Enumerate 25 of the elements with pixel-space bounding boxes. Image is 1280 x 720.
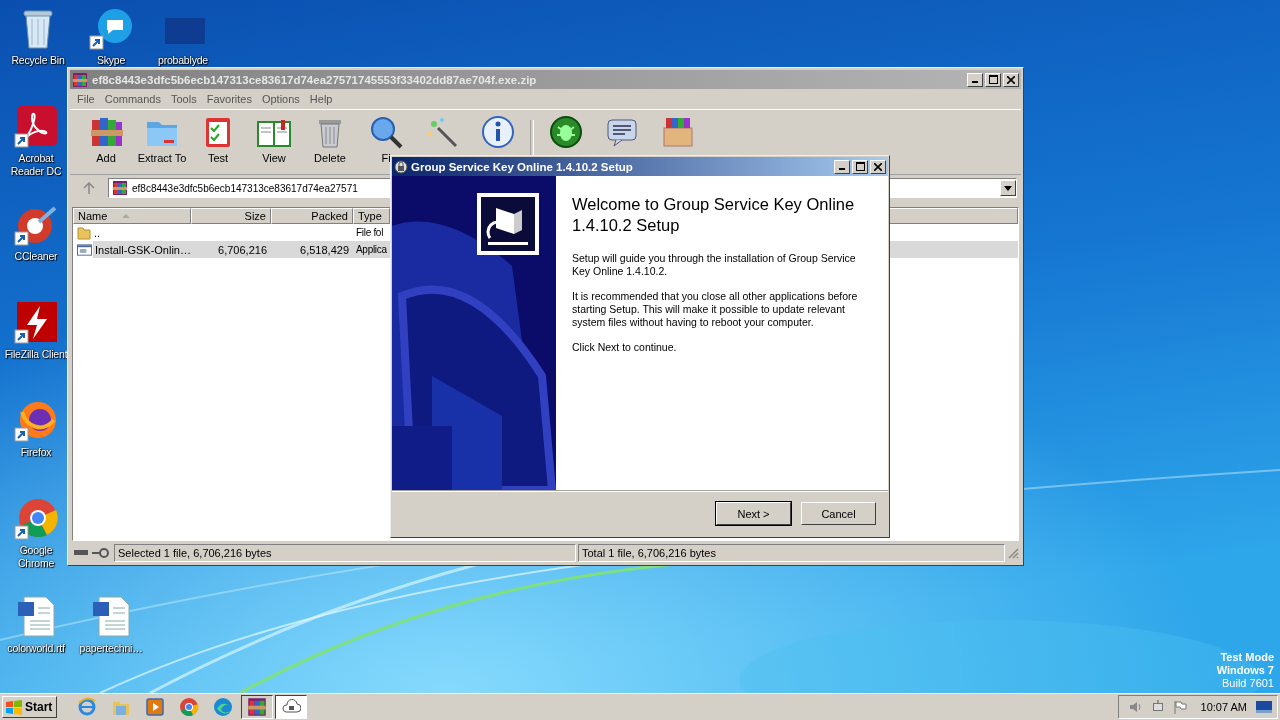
- packed-cell: 6,518,429: [300, 243, 349, 256]
- dialog-title: Group Service Key Online 1.4.10.2 Setup: [411, 160, 633, 173]
- size-cell: 6,706,216: [218, 243, 267, 256]
- icon-label: papertechni…: [79, 642, 143, 655]
- dialog-paragraph: Click Next to continue.: [572, 341, 678, 354]
- type-cell: File fol: [356, 227, 384, 238]
- status-text: Selected 1 file, 6,706,216 bytes: [114, 544, 576, 562]
- icon-label: FileZilla Client: [4, 348, 68, 361]
- icon-label: CCleaner: [14, 250, 58, 263]
- os-info-text: Windows 7: [1216, 664, 1274, 677]
- os-info-text: Build 7601: [1222, 677, 1274, 690]
- dialog-paragraph: Setup will guide you through the installation of Group Service Key Online 1.4.10.2.: [572, 252, 857, 278]
- icon-label: Recycle Bin: [11, 54, 65, 67]
- os-info-text: Test Mode: [1220, 651, 1274, 664]
- status-text: Total 1 file, 6,706,216 bytes: [578, 544, 1005, 562]
- dialog-heading: Welcome to Group Service Key Online 1.4.10.2 Setup: [572, 194, 856, 236]
- icon-label: Acrobat Reader DC: [9, 152, 63, 178]
- window-title: ef8c8443e3dfc5b6ecb147313ce83617d74ea27571745553f33402dd87ae704f.exe.zip: [92, 73, 537, 86]
- icon-label: Google Chrome: [16, 544, 56, 570]
- icon-label: Skype: [96, 54, 126, 67]
- icon-label: colorworld.rtf: [7, 642, 65, 655]
- icon-label: Firefox: [20, 446, 52, 459]
- type-cell: Applica: [356, 244, 387, 255]
- dialog-paragraph: It is recommended that you close all other applications before starting Setup. This will make it possible to update relevant system files without having to reboot your computer.: [572, 290, 859, 329]
- icon-label: probablyde: [158, 54, 208, 67]
